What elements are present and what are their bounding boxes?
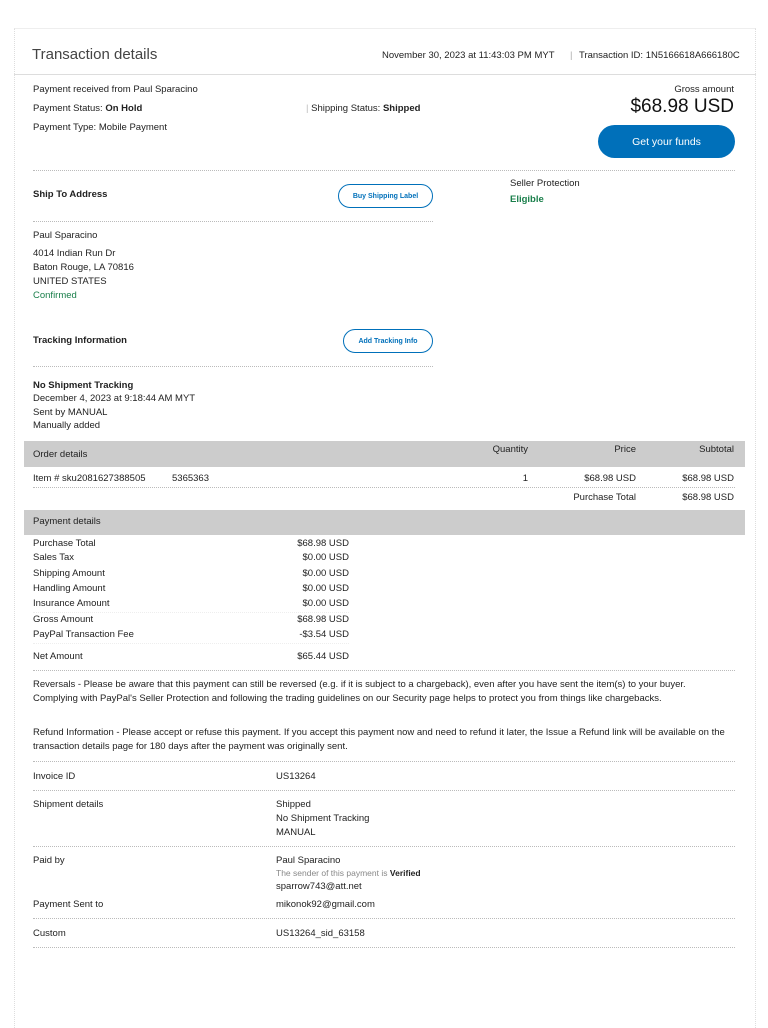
header-divider — [14, 74, 756, 75]
paid-by-label: Paid by — [33, 855, 65, 866]
ship-line1: 4014 Indian Run Dr — [33, 248, 116, 259]
type-value: Mobile Payment — [98, 122, 167, 133]
col-subtotal: Subtotal — [699, 444, 734, 455]
gross-value: $68.98 USD — [630, 96, 734, 117]
payment-row-value: $65.44 USD — [297, 651, 349, 662]
divider — [33, 761, 735, 762]
payment-status: Payment Status: On Hold — [33, 103, 142, 114]
payment-row-value: $0.00 USD — [302, 583, 349, 594]
shipment-method: MANUAL — [276, 827, 316, 838]
payment-row-value: -$3.54 USD — [299, 629, 349, 640]
status-value: On Hold — [105, 103, 143, 114]
divider — [33, 643, 349, 644]
paid-by-email: sparrow743@att.net — [276, 881, 362, 892]
tracking-title: Tracking Information — [33, 335, 127, 346]
shipment-label: Shipment details — [33, 799, 104, 810]
payment-details-header — [24, 510, 745, 535]
payment-row-label: Shipping Amount — [33, 568, 105, 579]
payment-row-label: Insurance Amount — [33, 598, 110, 609]
item-sku: Item # sku2081627388505 — [33, 473, 146, 484]
payment-row-label: Net Amount — [33, 651, 83, 662]
add-tracking-info-button[interactable]: Add Tracking Info — [343, 329, 433, 353]
payment-row-value: $68.98 USD — [297, 538, 349, 549]
custom-value: US13264_sid_63158 — [276, 928, 365, 939]
shipping-value: Shipped — [382, 103, 421, 114]
divider — [33, 790, 735, 791]
divider — [33, 918, 735, 919]
tracking-date: December 4, 2023 at 9:18:44 AM MYT — [33, 393, 196, 404]
verified-badge: Verified — [389, 868, 421, 878]
ship-line2: Baton Rouge, LA 70816 — [33, 262, 134, 273]
address-confirmed: Confirmed — [33, 290, 77, 301]
item-qty: 1 — [522, 473, 528, 484]
tracking-status: No Shipment Tracking — [33, 380, 134, 391]
divider — [33, 170, 735, 171]
page-title: Transaction details — [32, 46, 158, 63]
status-label: Payment Status: — [33, 103, 103, 114]
payment-row-value: $0.00 USD — [302, 598, 349, 609]
divider — [33, 612, 349, 613]
divider — [33, 221, 433, 222]
payment-row-label: Sales Tax — [33, 552, 75, 563]
ship-name: Paul Sparacino — [33, 230, 98, 241]
verified-prefix: The sender of this payment is — [276, 868, 388, 878]
refund-note: Refund Information - Please accept or re… — [33, 727, 725, 752]
purchase-total-value: $68.98 USD — [682, 492, 734, 503]
paid-by-name: Paul Sparacino — [276, 855, 341, 866]
tracking-sent-by: Sent by MANUAL — [33, 407, 108, 418]
seller-protection-value: Eligible — [510, 194, 544, 205]
order-details-title: Order details — [33, 449, 88, 460]
transaction-datetime: November 30, 2023 at 11:43:03 PM MYT — [382, 50, 555, 61]
invoice-value: US13264 — [276, 771, 316, 782]
item-subtotal: $68.98 USD — [682, 473, 734, 484]
divider — [33, 846, 735, 847]
payment-row-value: $68.98 USD — [297, 614, 349, 625]
order-details-header — [24, 441, 745, 467]
sent-to-value: mikonok92@gmail.com — [276, 899, 375, 910]
shipment-tracking: No Shipment Tracking — [276, 813, 370, 824]
gross-label: Gross amount — [674, 84, 734, 95]
shipment-status: Shipped — [276, 799, 311, 810]
shipping-label: Shipping Status: — [311, 103, 381, 114]
verified-line: The sender of this payment is Verified — [276, 868, 421, 878]
tracking-added: Manually added — [33, 420, 101, 431]
custom-label: Custom — [33, 928, 66, 939]
item-price: $68.98 USD — [584, 473, 636, 484]
divider — [33, 487, 735, 488]
shipping-status: | Shipping Status: Shipped — [306, 103, 421, 114]
payment-details-title: Payment details — [33, 516, 101, 527]
transaction-id: Transaction ID: 1N5166618A666180C — [579, 50, 740, 61]
type-label: Payment Type: — [33, 122, 97, 133]
reversals-note: Reversals - Please be aware that this pa… — [33, 679, 686, 704]
invoice-label: Invoice ID — [33, 771, 76, 782]
get-your-funds-button[interactable]: Get your funds — [598, 125, 735, 158]
payment-row-value: $0.00 USD — [302, 568, 349, 579]
divider — [33, 947, 735, 948]
purchase-total-label: Purchase Total — [573, 492, 636, 503]
col-price: Price — [614, 444, 636, 455]
header-separator: | — [570, 50, 573, 61]
seller-protection-label: Seller Protection — [510, 178, 580, 189]
payment-type: Payment Type: Mobile Payment — [33, 122, 167, 133]
payment-row-label: Handling Amount — [33, 583, 106, 594]
item-code: 5365363 — [172, 473, 209, 484]
payment-row-value: $0.00 USD — [302, 552, 349, 563]
ship-to-title: Ship To Address — [33, 189, 108, 200]
sent-to-label: Payment Sent to — [33, 899, 104, 910]
col-quantity: Quantity — [492, 444, 528, 455]
ship-country: UNITED STATES — [33, 276, 107, 287]
payment-row-label: Gross Amount — [33, 614, 94, 625]
payment-row-label: PayPal Transaction Fee — [33, 629, 134, 640]
received-from: Payment received from Paul Sparacino — [33, 84, 198, 95]
divider — [33, 670, 735, 671]
divider — [33, 366, 433, 367]
buy-shipping-label-button[interactable]: Buy Shipping Label — [338, 184, 433, 208]
payment-row-label: Purchase Total — [33, 538, 96, 549]
